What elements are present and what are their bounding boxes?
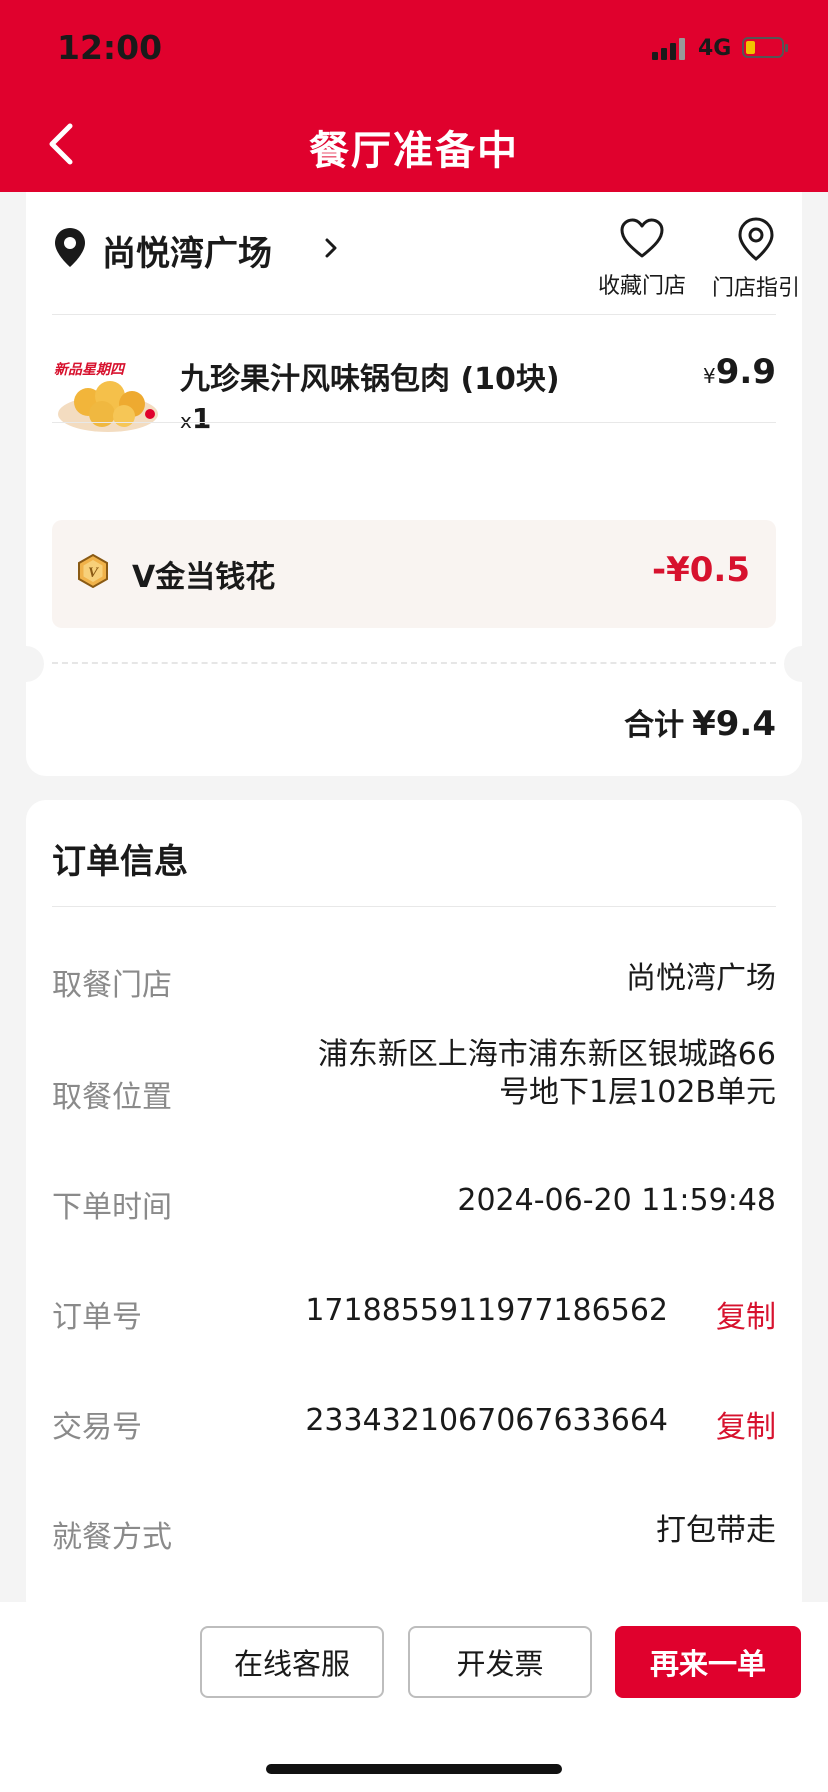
- order-summary-card: 尚悦湾广场 收藏门店 门店指引 新品星期四 九珍果汁风味锅包肉 (10块) x1…: [8, 192, 820, 776]
- divider: [52, 422, 776, 423]
- order-total: 合计 ¥9.4: [624, 700, 776, 744]
- dining-method-label: 就餐方式: [52, 1520, 172, 1555]
- store-guide-button[interactable]: 门店指引: [706, 216, 806, 302]
- reorder-button[interactable]: 再来一单: [615, 1626, 801, 1698]
- copy-trade-number-button[interactable]: 复制: [716, 1402, 776, 1446]
- total-label: 合计: [624, 708, 685, 743]
- favorite-store-label: 收藏门店: [597, 274, 686, 299]
- status-bar: 12:00 4G: [0, 0, 828, 96]
- page-title: 餐厅准备中: [309, 128, 519, 174]
- dining-method-value: 打包带走: [656, 1513, 776, 1548]
- order-info-card: 订单信息 取餐门店 尚悦湾广场 取餐位置 浦东新区上海市浦东新区银城路66 号地…: [26, 800, 802, 1620]
- product-quantity: x1: [180, 402, 212, 435]
- product-image: 新品星期四: [54, 361, 158, 432]
- v-gold-coin-icon: V: [78, 554, 108, 588]
- nav-bar: 餐厅准备中: [0, 96, 828, 192]
- total-amount: ¥9.4: [692, 704, 776, 744]
- pickup-store-label: 取餐门店: [52, 968, 172, 1003]
- product-price: ¥9.9: [703, 352, 776, 392]
- divider: [52, 314, 776, 315]
- trade-number-label: 交易号: [52, 1410, 142, 1445]
- trade-number-value: 2334321067067633664: [305, 1403, 668, 1438]
- favorite-store-button[interactable]: 收藏门店: [592, 216, 692, 300]
- chevron-right-icon: [325, 238, 337, 258]
- v-gold-discount: V V金当钱花 -¥0.5: [52, 520, 776, 628]
- store-name[interactable]: 尚悦湾广场: [102, 226, 272, 275]
- ticket-notch-right: [784, 646, 820, 682]
- product-name: 九珍果汁风味锅包肉 (10块): [180, 362, 560, 397]
- pickup-store-value: 尚悦湾广场: [626, 961, 776, 996]
- heart-icon: [620, 218, 664, 258]
- battery-icon: [742, 37, 788, 58]
- product-image-caption: 新品星期四: [54, 361, 126, 377]
- cellular-signal-icon: [652, 36, 692, 60]
- store-guide-label: 门店指引: [711, 276, 800, 301]
- ticket-notch-left: [8, 646, 44, 682]
- home-indicator[interactable]: [266, 1764, 562, 1774]
- bottom-action-bar: 在线客服 开发票 再来一单: [0, 1602, 828, 1792]
- divider: [52, 906, 776, 907]
- order-number-label: 订单号: [52, 1300, 142, 1335]
- store-row[interactable]: 尚悦湾广场 收藏门店 门店指引: [52, 217, 800, 312]
- status-time: 12:00: [57, 28, 163, 67]
- order-number-value: 1718855911977186562: [305, 1293, 668, 1328]
- v-gold-label: V金当钱花: [132, 560, 276, 595]
- map-pin-icon: [738, 217, 774, 261]
- order-time-value: 2024-06-20 11:59:48: [457, 1183, 776, 1218]
- pickup-location-label: 取餐位置: [52, 1080, 172, 1115]
- online-service-button[interactable]: 在线客服: [200, 1626, 384, 1698]
- copy-order-number-button[interactable]: 复制: [716, 1292, 776, 1336]
- perforation-divider: [52, 662, 776, 664]
- pickup-location-value: 浦东新区上海市浦东新区银城路66 号地下1层102B单元: [317, 1037, 776, 1110]
- network-type: 4G: [698, 36, 732, 61]
- order-info-title: 订单信息: [52, 842, 188, 882]
- location-pin-icon: [55, 228, 85, 267]
- invoice-button[interactable]: 开发票: [408, 1626, 592, 1698]
- order-time-label: 下单时间: [52, 1190, 172, 1225]
- v-gold-amount: -¥0.5: [652, 550, 750, 590]
